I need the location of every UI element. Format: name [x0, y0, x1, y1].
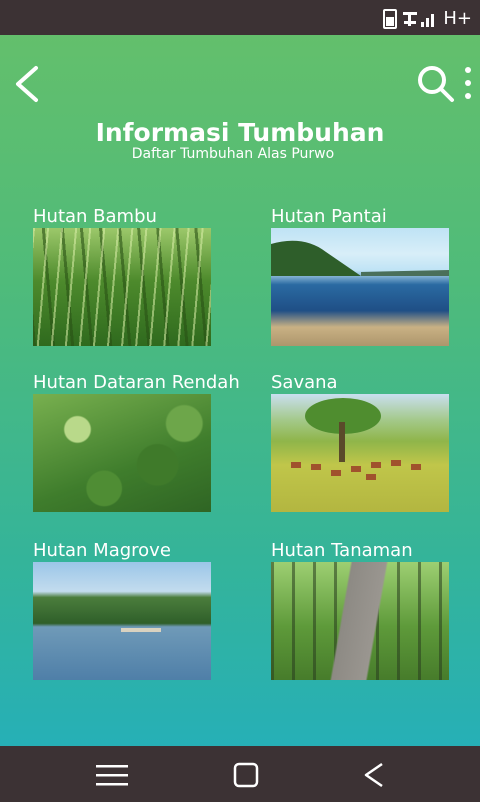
plantation-forest-image	[271, 562, 449, 680]
page-subtitle: Daftar Tumbuhan Alas Purwo	[131, 146, 335, 162]
navigation-bar	[0, 746, 480, 802]
signal-icon	[403, 11, 435, 27]
battery-icon	[383, 8, 398, 29]
card-label: Hutan Tanaman	[271, 540, 413, 561]
card-hutan-magrove[interactable]: Hutan Magrove	[33, 540, 211, 680]
page-title: Informasi Tumbuhan	[95, 118, 385, 147]
more-vertical-icon[interactable]	[460, 62, 476, 106]
mangrove-image	[33, 562, 211, 680]
network-type: H+	[443, 8, 472, 29]
home-square-icon[interactable]	[228, 760, 264, 790]
search-icon[interactable]	[416, 64, 456, 104]
bamboo-forest-image	[33, 228, 211, 346]
card-hutan-pantai[interactable]: Hutan Pantai	[271, 206, 449, 346]
card-label: Hutan Pantai	[271, 206, 387, 227]
card-label: Savana	[271, 372, 338, 393]
menu-icon[interactable]	[94, 760, 130, 790]
card-label: Hutan Magrove	[33, 540, 171, 561]
card-label: Hutan Dataran Rendah	[33, 372, 240, 393]
card-hutan-bambu[interactable]: Hutan Bambu	[33, 206, 211, 346]
beach-forest-image	[271, 228, 449, 346]
card-savana[interactable]: Savana	[271, 372, 449, 512]
card-hutan-dataran-rendah[interactable]: Hutan Dataran Rendah	[33, 372, 240, 512]
card-label: Hutan Bambu	[33, 206, 157, 227]
card-hutan-tanaman[interactable]: Hutan Tanaman	[271, 540, 449, 680]
back-triangle-icon[interactable]	[356, 760, 392, 790]
status-bar: H+	[0, 0, 480, 35]
savanna-image	[271, 394, 449, 512]
chevron-left-icon[interactable]	[10, 62, 50, 106]
screen: H+ Informasi Tumbuhan Daftar Tumbuhan Al…	[0, 0, 480, 802]
lowland-forest-image	[33, 394, 211, 512]
